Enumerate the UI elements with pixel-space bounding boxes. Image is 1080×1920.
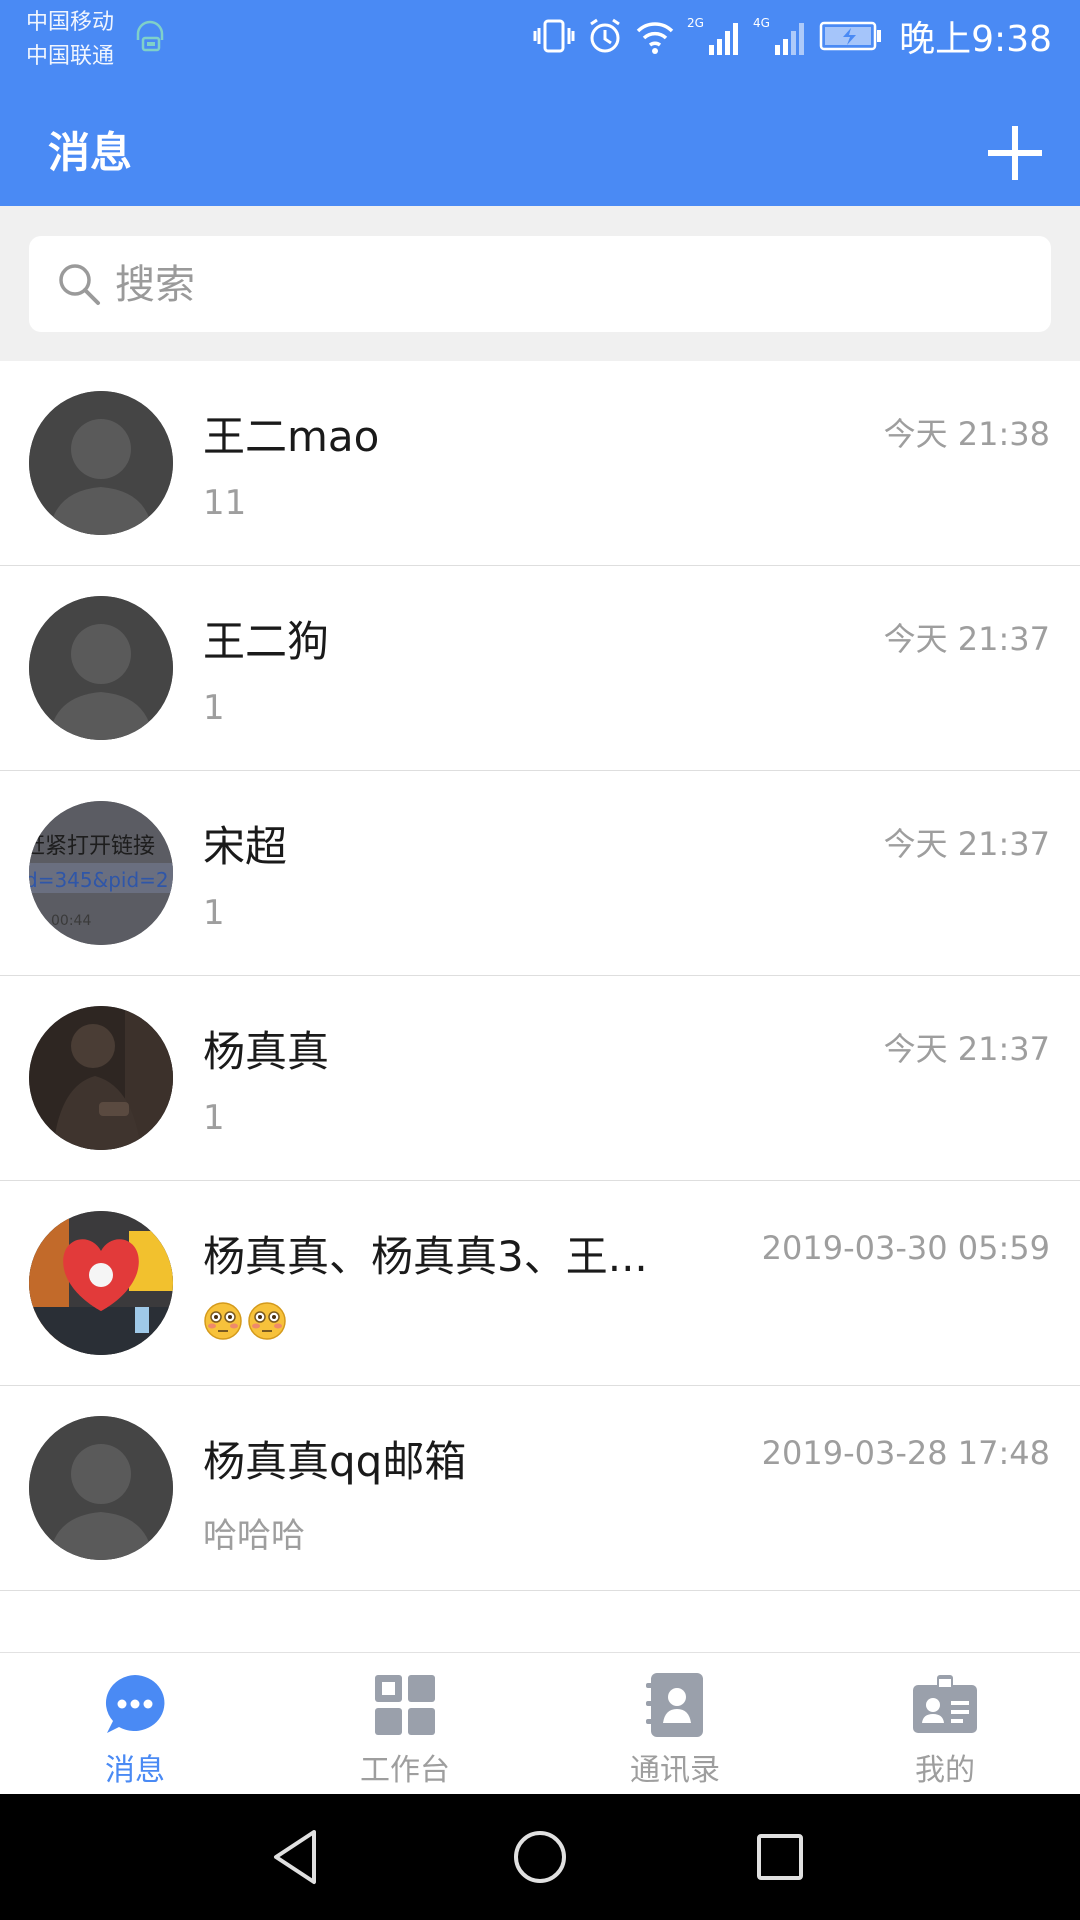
network-label-1: 2G <box>687 16 704 30</box>
flushed-face-icon <box>204 1302 242 1340</box>
recents-button[interactable] <box>747 1824 813 1890</box>
add-button[interactable] <box>986 124 1044 182</box>
conversation-preview-emoji <box>203 1301 287 1341</box>
carrier-2: 中国联通 <box>26 44 115 69</box>
tab-label: 消息 <box>105 1753 165 1788</box>
conversation-row[interactable]: 杨真真 今天 21:37 1 <box>0 976 1080 1181</box>
conversation-time: 2019-03-30 05:59 <box>761 1229 1050 1267</box>
conversation-name: 杨真真qq邮箱 <box>203 1437 467 1486</box>
status-time: 晚上9:38 <box>899 19 1052 60</box>
carrier-1: 中国移动 <box>26 10 115 35</box>
avatar <box>29 1006 173 1150</box>
conversation-name: 宋超 <box>203 822 288 871</box>
conversation-preview: 1 <box>203 1098 225 1138</box>
search-icon <box>59 264 100 305</box>
conversation-name: 杨真真 <box>203 1027 330 1076</box>
network-label-2: 4G <box>753 16 770 30</box>
conversation-row[interactable]: 杨真真qq邮箱 2019-03-28 17:48 哈哈哈 <box>0 1386 1080 1591</box>
carrier-info: 中国移动 中国联通 <box>26 6 114 74</box>
conversation-row[interactable]: 赶紧打开链接 d=345&pid=2 00:44 宋超 今天 21:37 1 <box>0 771 1080 976</box>
wifi-icon <box>636 22 674 54</box>
conversation-time: 今天 21:37 <box>883 620 1050 658</box>
recents-square-icon <box>757 1834 803 1880</box>
back-triangle-icon <box>274 1830 316 1884</box>
tab-mine[interactable]: 我的 <box>810 1653 1080 1795</box>
status-icons: 2G 4G 晚上9:38 <box>533 14 1052 60</box>
conversation-preview: 1 <box>203 688 225 728</box>
avatar-text-3: 00:44 <box>51 913 91 929</box>
avatar-text-2: d=345&pid=2 <box>29 868 169 892</box>
tab-label: 通讯录 <box>630 1753 720 1788</box>
page-title: 消息 <box>48 128 133 177</box>
conversation-row[interactable]: 杨真真、杨真真3、王... 2019-03-30 05:59 <box>0 1181 1080 1386</box>
app-bar: 消息 <box>0 100 1080 206</box>
signal-4g-icon: 4G <box>753 16 805 55</box>
conversation-list: 王二mao 今天 21:38 11 王二狗 今天 21:37 1 赶紧打开链接 … <box>0 361 1080 1591</box>
chat-bubble-icon <box>105 1675 165 1733</box>
contacts-book-icon <box>646 1673 703 1737</box>
plus-icon <box>988 126 1042 180</box>
default-avatar-icon <box>29 596 173 740</box>
avatar <box>29 1211 173 1355</box>
tab-workbench[interactable]: 工作台 <box>270 1653 540 1795</box>
tab-contacts[interactable]: 通讯录 <box>540 1653 810 1795</box>
battery-charging-icon <box>819 21 882 51</box>
screenshot-avatar-image: 赶紧打开链接 d=345&pid=2 00:44 <box>29 801 173 945</box>
headset-notification-icon <box>136 20 164 52</box>
photo-avatar-image <box>29 1006 173 1150</box>
home-button[interactable] <box>507 1824 573 1890</box>
id-badge-icon <box>913 1675 977 1733</box>
grid-icon <box>375 1675 435 1735</box>
search-input[interactable] <box>113 236 1017 334</box>
alarm-icon <box>590 18 620 53</box>
conversation-row[interactable]: 王二狗 今天 21:37 1 <box>0 566 1080 771</box>
conversation-preview: 哈哈哈 <box>203 1516 305 1556</box>
signal-2g-icon: 2G <box>687 16 739 55</box>
system-nav-bar <box>0 1794 1080 1920</box>
status-bar: 中国移动 中国联通 2G 4G 晚上9:38 <box>0 0 1080 100</box>
tab-label: 工作台 <box>360 1753 450 1788</box>
default-avatar-icon <box>29 391 173 535</box>
home-circle-icon <box>514 1831 566 1883</box>
conversation-preview: 1 <box>203 893 225 933</box>
avatar <box>29 596 173 740</box>
conversation-name: 王二mao <box>203 412 380 461</box>
conversation-time: 今天 21:38 <box>883 415 1050 453</box>
avatar <box>29 1416 173 1560</box>
conversation-preview: 11 <box>203 483 247 523</box>
vibrate-icon <box>533 19 575 53</box>
avatar <box>29 391 173 535</box>
balloon-avatar-image <box>29 1211 173 1355</box>
back-button[interactable] <box>264 1824 330 1890</box>
conversation-time: 2019-03-28 17:48 <box>761 1434 1050 1472</box>
conversation-name: 杨真真、杨真真3、王... <box>203 1232 648 1281</box>
avatar-text-1: 赶紧打开链接 <box>29 834 155 859</box>
search-area <box>0 206 1080 361</box>
bottom-tab-bar: 消息 工作台 通讯录 我的 <box>0 1652 1080 1795</box>
conversation-row[interactable]: 王二mao 今天 21:38 11 <box>0 361 1080 566</box>
conversation-name: 王二狗 <box>203 617 330 666</box>
tab-messages[interactable]: 消息 <box>0 1653 270 1795</box>
tab-label: 我的 <box>915 1753 975 1788</box>
search-box[interactable] <box>29 236 1051 334</box>
flushed-face-icon <box>248 1302 286 1340</box>
avatar: 赶紧打开链接 d=345&pid=2 00:44 <box>29 801 173 945</box>
conversation-time: 今天 21:37 <box>883 825 1050 863</box>
default-avatar-icon <box>29 1416 173 1560</box>
conversation-time: 今天 21:37 <box>883 1030 1050 1068</box>
